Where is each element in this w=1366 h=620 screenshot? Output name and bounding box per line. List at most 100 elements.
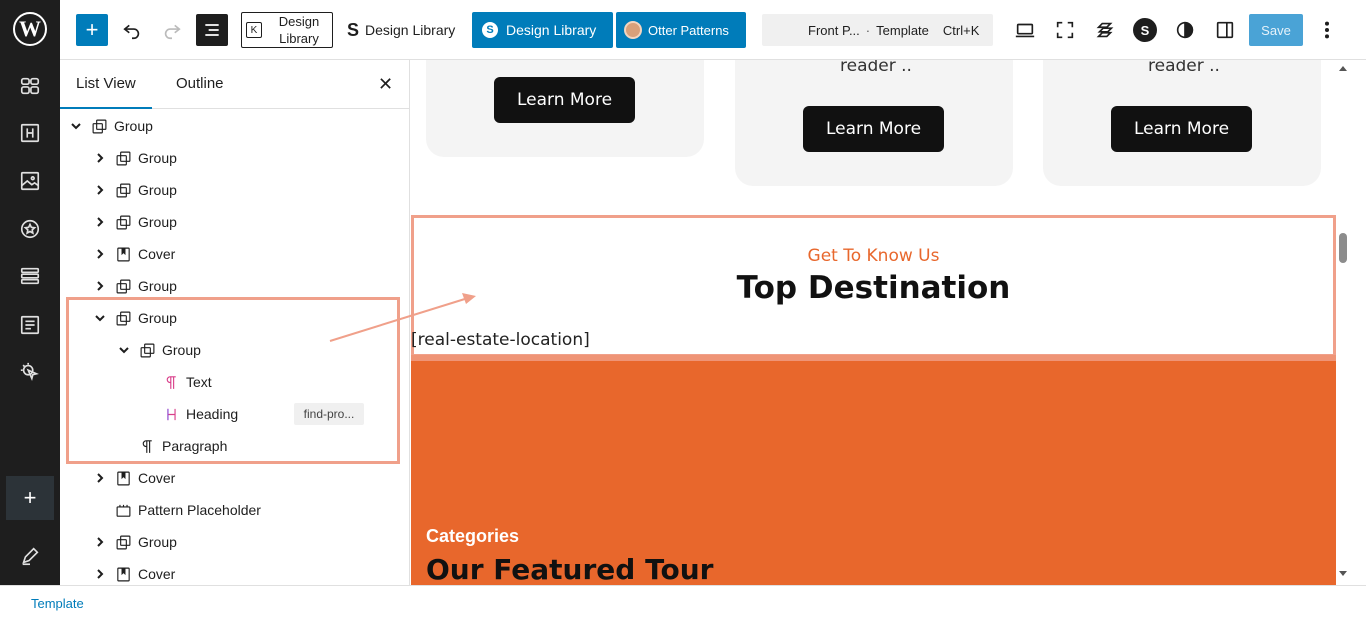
design-library-k-icon: K (246, 22, 262, 38)
cover-icon (114, 565, 132, 583)
breadcrumb[interactable]: Template (31, 596, 84, 611)
save-button[interactable]: Save (1249, 14, 1303, 46)
otter-patterns-button[interactable]: Otter Patterns (616, 12, 746, 48)
design-library-plain-label: Design Library (365, 22, 456, 38)
otter-avatar-icon (624, 21, 642, 39)
card-2-text: reader .. (840, 60, 912, 76)
list-item-label: Pattern Placeholder (138, 502, 261, 518)
design-library-box-button[interactable]: K Design Library (241, 12, 333, 48)
chevron-right-icon[interactable] (94, 568, 106, 580)
list-item-label: Group (138, 150, 177, 166)
image-block-icon[interactable] (14, 165, 46, 197)
list-item-label: Cover (138, 470, 176, 486)
heading-block-icon[interactable] (14, 117, 46, 149)
learn-more-button-1[interactable]: Learn More (494, 77, 635, 123)
scroll-up-icon[interactable] (1339, 64, 1347, 72)
list-item-label: Cover (138, 566, 176, 582)
chevron-right-icon[interactable] (94, 536, 106, 548)
chevron-right-icon[interactable] (94, 472, 106, 484)
design-library-blue-label: Design Library (506, 22, 597, 38)
chevron-down-icon[interactable] (70, 120, 82, 132)
scroll-down-icon[interactable] (1339, 570, 1347, 578)
stackable-circle-icon: S (482, 22, 498, 38)
list-item-cover[interactable]: Cover (60, 462, 409, 494)
highlight-annotation-box (66, 297, 400, 464)
list-item-group[interactable]: Group (60, 142, 409, 174)
group-icon (114, 213, 132, 231)
redo-icon[interactable] (156, 13, 188, 47)
categories-label[interactable]: Categories (426, 526, 519, 547)
cursor-click-icon[interactable] (14, 356, 46, 388)
tab-outline[interactable]: Outline (176, 75, 224, 92)
section-heading[interactable]: Top Destination (411, 270, 1336, 306)
rows-layout-icon[interactable] (14, 260, 46, 292)
featured-cover-block[interactable]: Categories Our Featured Tour (411, 355, 1336, 585)
desktop-preview-icon[interactable] (1009, 13, 1041, 47)
command-doc-type: Template (876, 22, 929, 38)
list-view-toggle-button[interactable] (196, 14, 228, 46)
list-item-label: Group (138, 534, 177, 550)
list-item-cover[interactable]: Cover (60, 238, 409, 270)
design-library-plain-button[interactable]: S Design Library (347, 13, 455, 47)
shortcode-paragraph[interactable]: [real-estate-location] (411, 330, 590, 350)
block-inserter-button[interactable]: + (76, 14, 108, 46)
group-icon (114, 181, 132, 199)
form-icon[interactable] (14, 309, 46, 341)
pencil-edit-icon[interactable] (14, 540, 46, 572)
chevron-right-icon[interactable] (94, 152, 106, 164)
design-library-box-label: Design Library (278, 14, 320, 46)
chevron-right-icon[interactable] (94, 184, 106, 196)
stackable-round-icon[interactable]: S (1129, 13, 1161, 47)
settings-sidebar-icon[interactable] (1209, 13, 1241, 47)
group-icon (90, 117, 108, 135)
list-item-group[interactable]: Group (60, 110, 409, 142)
list-item-cover[interactable]: Cover (60, 558, 409, 585)
learn-more-button-2[interactable]: Learn More (803, 106, 944, 152)
editor-toolbar: + K Design Library S Design Library S De… (60, 0, 1366, 60)
card-2: reader .. Learn More (735, 60, 1013, 186)
list-item-label: Group (114, 118, 153, 134)
close-icon[interactable]: ✕ (378, 74, 393, 95)
design-library-blue-button[interactable]: S Design Library (472, 12, 613, 48)
stackable-icon[interactable] (1089, 13, 1121, 47)
group-icon (114, 149, 132, 167)
card-1: Learn More (426, 60, 704, 157)
list-item-group[interactable]: Group (60, 206, 409, 238)
undo-icon[interactable] (116, 13, 148, 47)
site-editor: W + + K Design Library S Design Library … (0, 0, 1366, 620)
add-icon[interactable]: + (6, 476, 54, 520)
editor-canvas: Learn More reader .. Learn More reader .… (411, 60, 1336, 585)
learn-more-button-3[interactable]: Learn More (1111, 106, 1252, 152)
canvas-scrollbar[interactable] (1336, 60, 1350, 585)
chevron-right-icon[interactable] (94, 216, 106, 228)
list-item-group[interactable]: Group (60, 174, 409, 206)
wordpress-logo-icon[interactable]: W (13, 12, 47, 46)
list-item-label: Cover (138, 246, 176, 262)
section-eyebrow[interactable]: Get To Know Us (411, 246, 1336, 266)
stackable-logo-icon: S (347, 19, 360, 40)
group-icon (114, 277, 132, 295)
cover-icon (114, 469, 132, 487)
command-shortcut: Ctrl+K (942, 22, 980, 38)
card-3-text: reader .. (1148, 60, 1220, 76)
chevron-right-icon[interactable] (94, 280, 106, 292)
list-item-group[interactable]: Group (60, 526, 409, 558)
more-options-icon[interactable] (1311, 13, 1343, 47)
featured-heading[interactable]: Our Featured Tour (426, 553, 713, 585)
command-separator: · (865, 22, 871, 38)
panel-tabs: List View Outline ✕ (60, 60, 409, 109)
editor-footer: Template (0, 585, 1366, 620)
command-palette-button[interactable]: Front P... · Template Ctrl+K (762, 14, 993, 46)
fullscreen-icon[interactable] (1049, 13, 1081, 47)
list-item-label: Group (138, 182, 177, 198)
star-badge-icon[interactable] (14, 213, 46, 245)
list-item-pattern-placeholder[interactable]: Pattern Placeholder (60, 494, 409, 526)
scroll-thumb[interactable] (1339, 233, 1347, 263)
patterns-icon[interactable] (14, 70, 46, 102)
admin-rail: W + (0, 0, 60, 585)
group-icon (114, 533, 132, 551)
chevron-right-icon[interactable] (94, 248, 106, 260)
styles-contrast-icon[interactable] (1169, 13, 1201, 47)
tab-list-view[interactable]: List View (60, 75, 152, 109)
card-3: reader .. Learn More (1043, 60, 1321, 186)
